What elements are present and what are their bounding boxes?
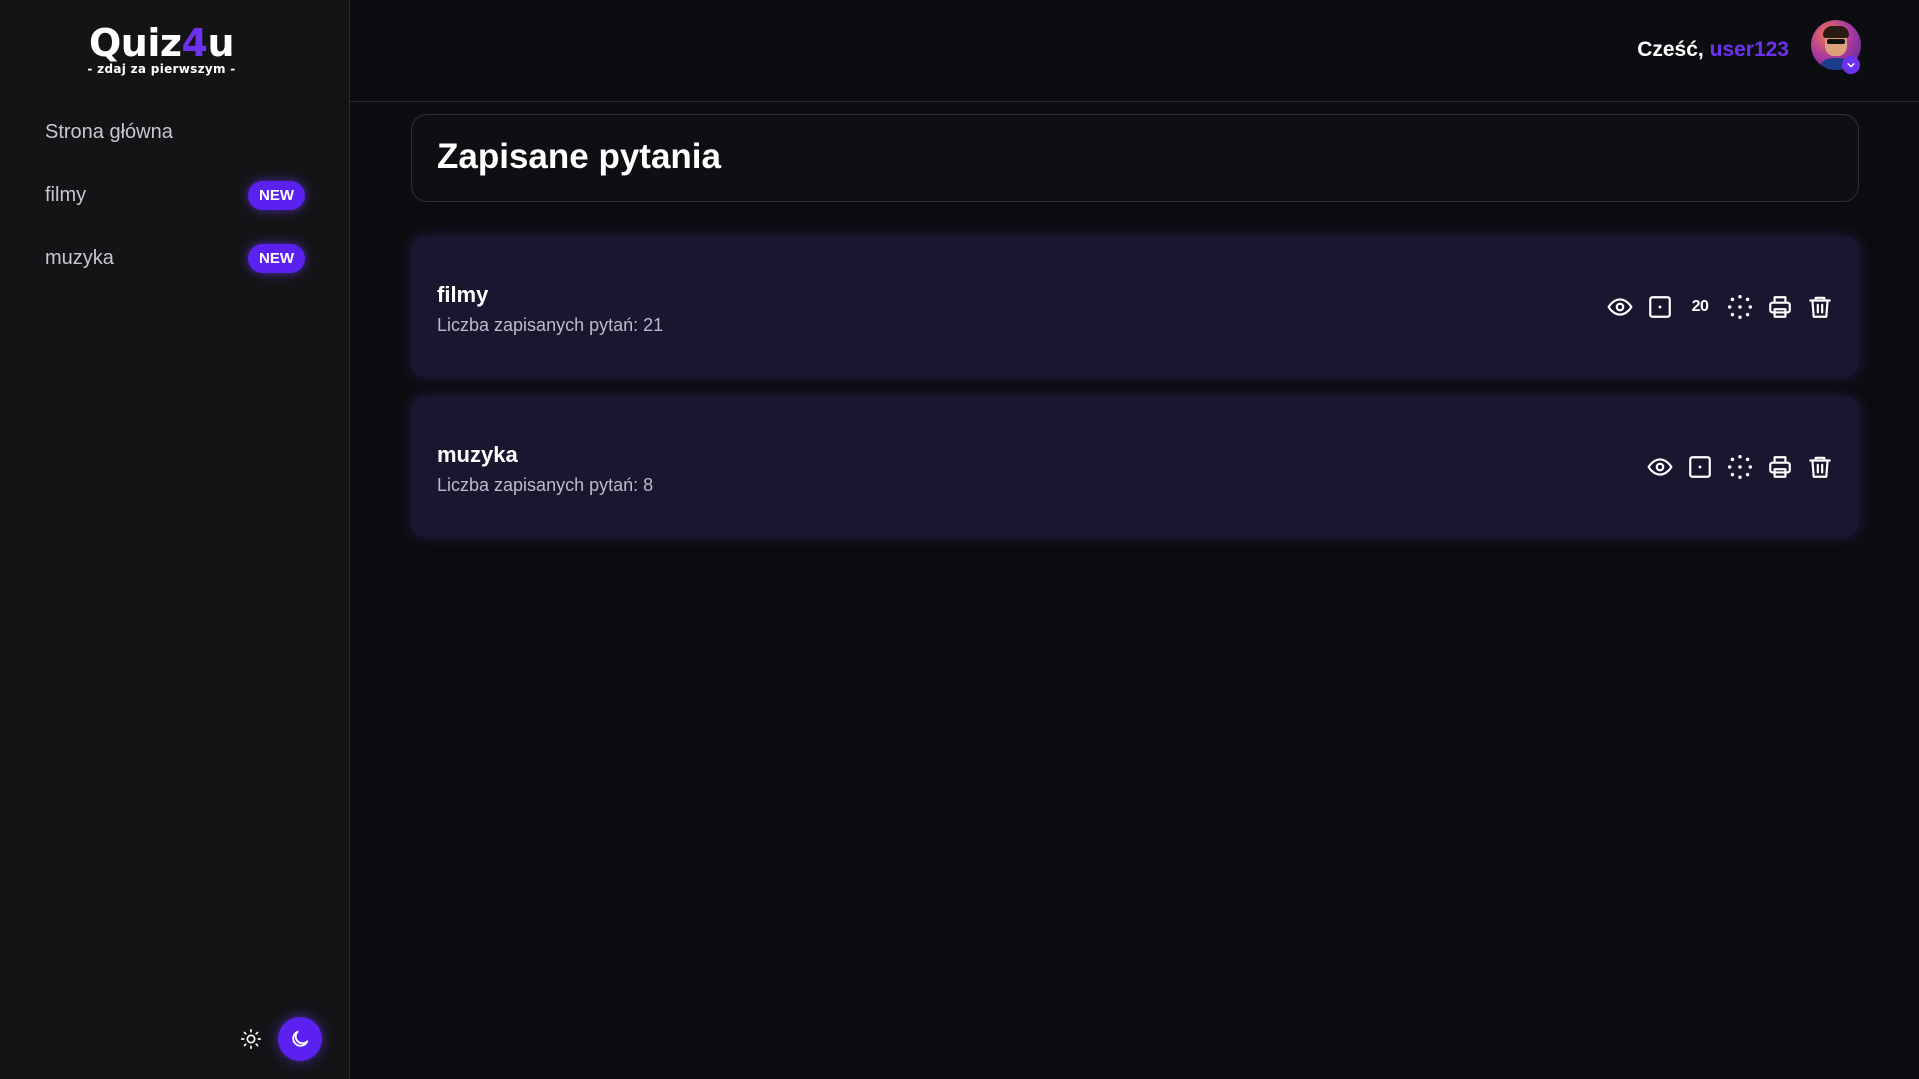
card-title: muzyka [437,442,518,467]
scatter-dots-icon [1727,294,1753,320]
print-button[interactable] [1767,294,1793,320]
sidebar-item-filmy[interactable]: filmy NEW [45,175,305,215]
logo-title-end: u [207,21,234,65]
card-actions [1647,454,1833,480]
print-button[interactable] [1767,454,1793,480]
quiz-20-label: 20 [1691,297,1709,315]
quiz-20-button[interactable]: 20 [1687,294,1713,320]
sidebar-item-label: Strona główna [45,120,173,143]
dice-icon [1647,294,1673,320]
eye-icon [1607,294,1633,320]
sidebar: Quiz4u - zdaj za pierwszym - Strona głów… [0,0,350,1079]
shuffle-button[interactable] [1727,454,1753,480]
eye-icon [1647,454,1673,480]
sidebar-item-muzyka[interactable]: muzyka NEW [45,238,305,278]
greeting: Cześć, user123 [1637,38,1789,62]
shuffle-button[interactable] [1727,294,1753,320]
moon-icon [289,1028,311,1050]
random-question-button[interactable] [1687,454,1713,480]
chevron-down-icon [1846,60,1856,70]
logo[interactable]: Quiz4u - zdaj za pierwszym - [0,22,323,76]
new-badge: NEW [248,243,305,273]
printer-icon [1767,294,1793,320]
sidebar-item-label: filmy [45,183,87,206]
card-actions: 20 [1607,294,1833,320]
avatar-hair [1823,26,1849,38]
sun-icon [240,1028,262,1050]
card-question-count: Liczba zapisanych pytań: 21 [437,315,664,335]
user-menu-toggle[interactable] [1842,56,1860,74]
sidebar-item-label: muzyka [45,246,114,269]
page-title-card: Zapisane pytania [411,114,1859,202]
logo-title-main: Quiz [88,21,182,65]
logo-title: Quiz4u [0,22,323,64]
new-badge: NEW [248,180,305,210]
scatter-dots-icon [1727,454,1753,480]
dice-icon [1687,454,1713,480]
logo-title-accent: 4 [181,21,208,65]
delete-button[interactable] [1807,454,1833,480]
card-title: filmy [437,282,489,307]
random-question-button[interactable] [1647,294,1673,320]
greeting-text: Cześć, [1637,38,1704,61]
printer-icon [1767,454,1793,480]
delete-button[interactable] [1807,294,1833,320]
sidebar-item-home[interactable]: Strona główna [45,112,305,152]
avatar-glasses [1827,39,1845,44]
saved-questions-card-filmy: filmy Liczba zapisanych pytań: 21 20 [411,236,1859,377]
card-question-count: Liczba zapisanych pytań: 8 [437,475,654,495]
view-button[interactable] [1647,454,1673,480]
view-button[interactable] [1607,294,1633,320]
dark-theme-button[interactable] [278,1017,322,1061]
trash-icon [1807,454,1833,480]
saved-questions-card-muzyka: muzyka Liczba zapisanych pytań: 8 [411,396,1859,537]
username[interactable]: user123 [1710,38,1789,61]
page-title: Zapisane pytania [437,137,721,176]
logo-subtitle: - zdaj za pierwszym - [87,62,236,76]
trash-icon [1807,294,1833,320]
light-theme-button[interactable] [236,1026,266,1052]
